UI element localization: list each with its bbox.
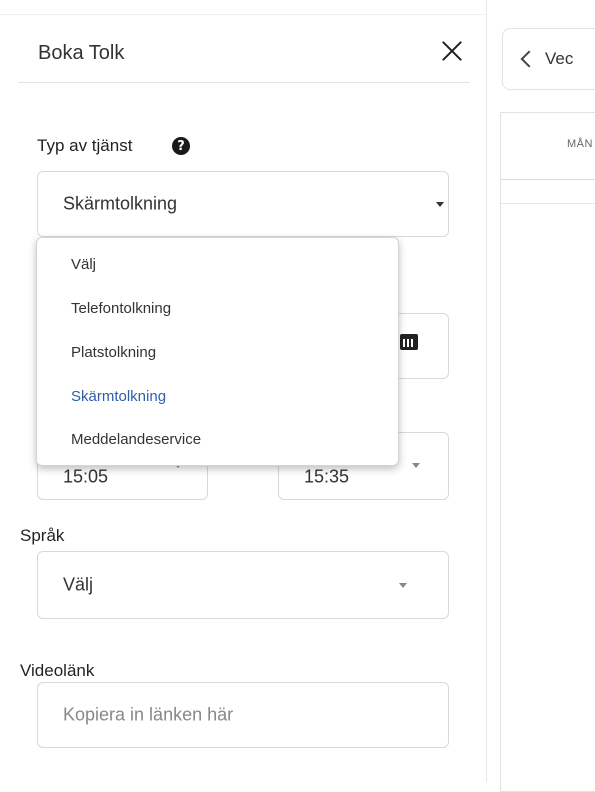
service-type-label: Typ av tjänst [37, 136, 133, 155]
language-value: Välj [63, 574, 94, 595]
day-header-mon: MÅN [567, 138, 593, 150]
option-valj[interactable]: Välj [71, 256, 96, 273]
chevron-left-icon[interactable] [520, 50, 538, 68]
chevron-down-icon [399, 583, 407, 588]
calendar-icon[interactable] [400, 334, 418, 350]
video-link-input[interactable]: Kopiera in länken här [37, 682, 449, 748]
calendar-divider [501, 203, 595, 204]
chevron-down-icon [436, 202, 444, 207]
chevron-down-icon [412, 463, 420, 468]
week-navigation[interactable]: Vec [502, 28, 595, 90]
dialog-title: Boka Tolk [38, 42, 125, 64]
booking-panel: Boka Tolk Typ av tjänst ? Skärmtolkning … [0, 0, 487, 782]
language-select[interactable]: Välj [37, 551, 449, 619]
option-meddelandeservice[interactable]: Meddelandeservice [71, 431, 201, 448]
title-divider [18, 82, 470, 83]
option-skarmtolkning[interactable]: Skärmtolkning [71, 388, 166, 405]
calendar-grid: MÅN [500, 112, 595, 792]
service-type-value: Skärmtolkning [63, 193, 178, 214]
video-link-label: Videolänk [20, 661, 95, 680]
language-label: Språk [20, 526, 65, 545]
option-telefontolkning[interactable]: Telefontolkning [71, 300, 171, 317]
panel-top-edge [0, 0, 486, 15]
service-type-dropdown: Välj Telefontolkning Platstolkning Skärm… [36, 237, 399, 466]
service-type-select[interactable]: Skärmtolkning [37, 171, 449, 237]
close-icon[interactable] [437, 36, 467, 66]
help-icon[interactable]: ? [172, 137, 190, 155]
calendar-divider [501, 179, 595, 180]
video-link-placeholder: Kopiera in länken här [63, 704, 234, 725]
week-label: Vec [545, 49, 574, 68]
end-time-value: 15:35 [304, 466, 350, 487]
start-time-value: 15:05 [63, 466, 109, 487]
option-platstolkning[interactable]: Platstolkning [71, 344, 156, 361]
